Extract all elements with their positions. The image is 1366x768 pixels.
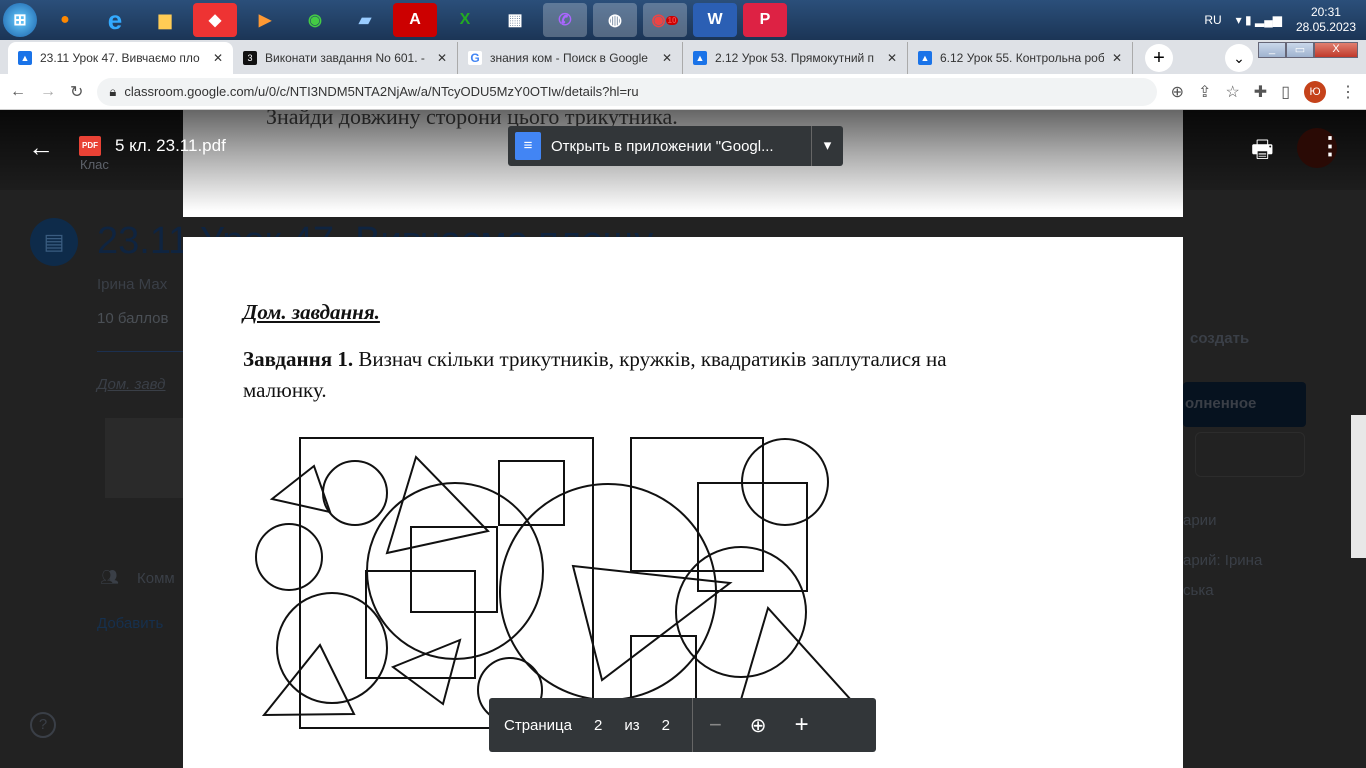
- page-navigation: Страница 2 из 2 − ⊕ +: [489, 698, 876, 752]
- shape-triangle: [571, 564, 733, 682]
- current-page-input[interactable]: 2: [594, 717, 602, 734]
- zoom-in-icon[interactable]: +: [795, 711, 809, 739]
- zoom-fit-icon[interactable]: ⊕: [750, 713, 767, 738]
- shape-triangle: [390, 638, 462, 706]
- page-label: Страница: [504, 716, 572, 734]
- tangled-shapes-figure: [255, 437, 853, 729]
- shape-circle: [276, 592, 388, 704]
- shape-square: [299, 437, 594, 729]
- of-label: из: [624, 716, 640, 734]
- shape-circle: [255, 523, 323, 591]
- shape-circle: [322, 460, 388, 526]
- class-label: Клас: [80, 157, 109, 172]
- shape-circle: [675, 546, 807, 678]
- shape-triangle: [385, 455, 490, 555]
- total-pages: 2: [661, 716, 670, 734]
- zoom-out-icon[interactable]: −: [709, 712, 722, 738]
- shape-square: [410, 526, 498, 613]
